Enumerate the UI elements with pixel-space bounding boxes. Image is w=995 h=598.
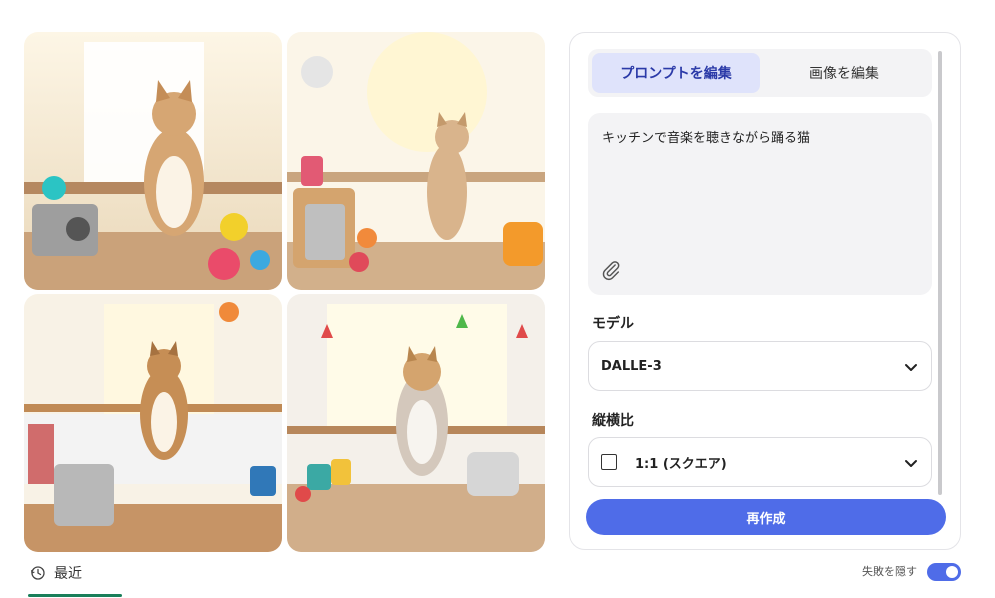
cat-kitchen-image [287, 32, 545, 290]
history-icon [31, 566, 45, 580]
edit-tabs: プロンプトを編集 画像を編集 [588, 49, 932, 97]
hide-failures-toggle[interactable] [927, 563, 961, 581]
recent-label: 最近 [54, 566, 82, 582]
hide-failures-label: 失敗を隠す [862, 565, 917, 578]
tab-edit-image[interactable]: 画像を編集 [760, 53, 928, 93]
toggle-knob [946, 566, 958, 578]
recent-tab[interactable]: 最近 [30, 563, 82, 583]
cat-kitchen-image [287, 294, 545, 552]
edit-panel: プロンプトを編集 画像を編集 キッチンで音楽を聴きながら踊る猫 モデル DALL… [569, 32, 961, 550]
model-label: モデル [592, 316, 634, 332]
paperclip-icon[interactable] [600, 259, 622, 281]
cat-kitchen-image [24, 32, 282, 290]
cat-kitchen-image [24, 294, 282, 552]
recent-tab-indicator [28, 594, 122, 597]
aspect-ratio-label: 縦横比 [592, 413, 634, 429]
generated-image-1[interactable] [24, 32, 282, 290]
chevron-down-icon [905, 460, 917, 467]
aspect-ratio-select[interactable]: 1:1 (スクエア) [588, 437, 932, 487]
panel-scrollbar[interactable] [938, 51, 942, 495]
generated-image-3[interactable] [24, 294, 282, 552]
square-ratio-icon [601, 454, 617, 470]
prompt-textarea[interactable]: キッチンで音楽を聴きながら踊る猫 [588, 113, 932, 295]
aspect-ratio-value: 1:1 (スクエア) [635, 456, 727, 472]
prompt-text[interactable]: キッチンで音楽を聴きながら踊る猫 [602, 127, 918, 146]
generated-image-2[interactable] [287, 32, 545, 290]
regenerate-button[interactable]: 再作成 [586, 499, 946, 535]
tab-edit-prompt[interactable]: プロンプトを編集 [592, 53, 760, 93]
generated-image-4[interactable] [287, 294, 545, 552]
generated-images-grid [24, 32, 545, 552]
model-select[interactable]: DALLE-3 [588, 341, 932, 391]
chevron-down-icon [905, 364, 917, 371]
model-value: DALLE-3 [601, 358, 662, 374]
